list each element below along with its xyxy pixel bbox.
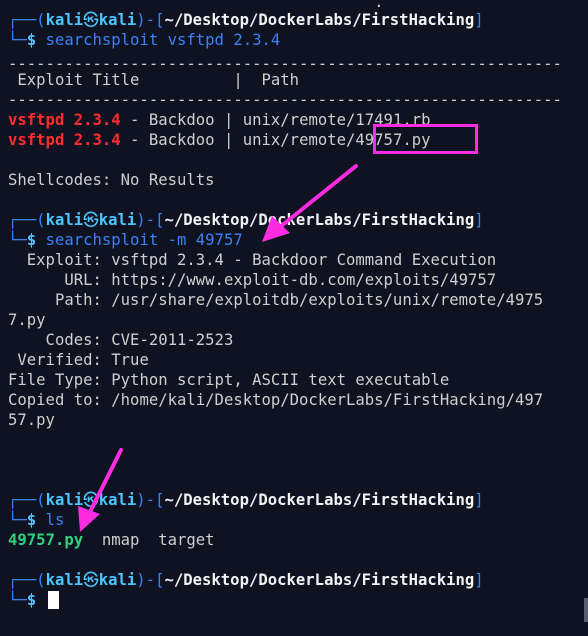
prompt-line-3: ┌──(kali㉿kali)-[~/Desktop/DockerLabs/Fir…: [8, 491, 484, 509]
table-divider-bottom: ----------------------------------------…: [8, 91, 562, 109]
exploit-highlight-box: [373, 124, 478, 154]
detail-path: Path: /usr/share/exploitdb/exploits/unix…: [8, 291, 544, 309]
text-cursor: [48, 591, 59, 609]
file-target: target: [158, 531, 215, 549]
detail-url: URL: https://www.exploit-db.com/exploits…: [8, 271, 497, 289]
scrollbar[interactable]: [584, 598, 588, 622]
table-header: Exploit Title | Path: [8, 71, 300, 89]
command-line-1: └─$ searchsploit vsftpd 2.3.4: [8, 31, 281, 49]
detail-codes: Codes: CVE-2011-2523: [8, 331, 234, 349]
searchsploit-mirror-command: searchsploit -m 49757: [45, 231, 243, 249]
command-line-4[interactable]: └─$: [8, 590, 36, 610]
detail-path-wrap: 7.py: [8, 311, 46, 329]
shellcodes-result: Shellcodes: No Results: [8, 171, 215, 189]
command-line-3: └─$ ls: [8, 511, 65, 529]
detail-copied-wrap: 57.py: [8, 411, 55, 429]
command-line-2: └─$ searchsploit -m 49757: [8, 231, 243, 249]
file-exploit-py: 49757.py: [8, 531, 84, 549]
detail-verified: Verified: True: [8, 351, 149, 369]
detail-exploit: Exploit: vsftpd 2.3.4 - Backdoor Command…: [8, 251, 497, 269]
ls-output: 49757.py nmap target: [8, 530, 215, 550]
terminal-window[interactable]: . ┌──(kali㉿kali)-[~/Desktop/DockerLabs/F…: [0, 0, 588, 636]
detail-filetype: File Type: Python script, ASCII text exe…: [8, 371, 450, 389]
detail-copied: Copied to: /home/kali/Desktop/DockerLabs…: [8, 391, 544, 409]
arrow-to-mirror-command: [262, 164, 358, 242]
table-row: vsftpd 2.3.4 - Backdoo | unix/remote/497…: [8, 131, 431, 149]
searchsploit-command: searchsploit vsftpd 2.3.4: [45, 31, 281, 49]
ls-command: ls: [45, 511, 65, 529]
prompt-line-2: ┌──(kali㉿kali)-[~/Desktop/DockerLabs/Fir…: [8, 211, 484, 229]
prompt-line-4: ┌──(kali㉿kali)-[~/Desktop/DockerLabs/Fir…: [8, 571, 484, 589]
table-row: vsftpd 2.3.4 - Backdoo | unix/remote/174…: [8, 111, 431, 129]
prompt-line-1: ┌──(kali㉿kali)-[~/Desktop/DockerLabs/Fir…: [8, 11, 484, 29]
file-nmap: nmap: [101, 531, 140, 549]
